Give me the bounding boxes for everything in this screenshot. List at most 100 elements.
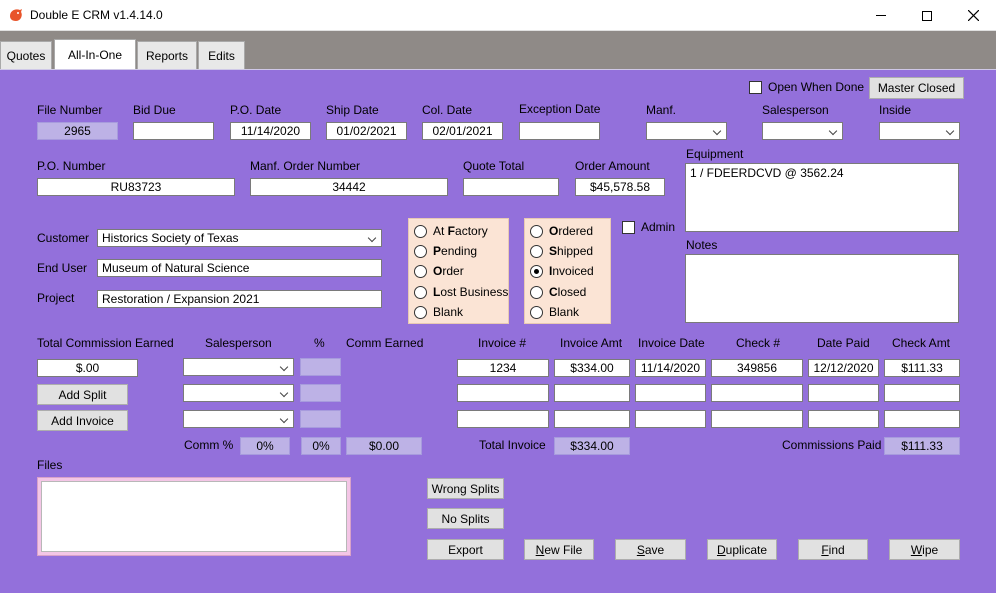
- tab-reports[interactable]: Reports: [137, 41, 197, 69]
- invoice-date-cell[interactable]: [635, 410, 706, 428]
- quote-total-field[interactable]: [463, 178, 559, 196]
- manf-label: Manf.: [646, 103, 677, 117]
- save-button[interactable]: Save: [615, 539, 686, 560]
- find-button[interactable]: Find: [798, 539, 868, 560]
- add-split-button[interactable]: Add Split: [37, 384, 128, 405]
- exception-date-field[interactable]: [519, 122, 600, 140]
- inside-dropdown[interactable]: [879, 122, 960, 140]
- admin-checkbox[interactable]: [622, 221, 635, 234]
- manf-dropdown[interactable]: [646, 122, 727, 140]
- radio-shipped[interactable]: Shipped: [530, 244, 593, 258]
- master-closed-button[interactable]: Master Closed: [869, 77, 964, 99]
- equipment-textarea[interactable]: 1 / FDEERDCVD @ 3562.24: [685, 163, 959, 232]
- wrong-splits-button[interactable]: Wrong Splits: [427, 478, 504, 499]
- open-when-done-checkbox[interactable]: [749, 81, 762, 94]
- close-icon: [967, 10, 979, 21]
- radio-at-factory[interactable]: At Factory: [414, 224, 488, 238]
- customer-dropdown[interactable]: Historics Society of Texas: [97, 229, 382, 247]
- duplicate-button[interactable]: Duplicate: [707, 539, 777, 560]
- quote-total-label: Quote Total: [463, 159, 525, 173]
- button-label: Duplicate: [716, 542, 768, 557]
- tab-edits[interactable]: Edits: [198, 41, 245, 69]
- radio-pending[interactable]: Pending: [414, 244, 477, 258]
- invoice-number-cell[interactable]: [457, 384, 549, 402]
- salesperson-dropdown[interactable]: [762, 122, 843, 140]
- commissions-paid-label: Commissions Paid: [782, 438, 882, 452]
- invoice-amt-header: Invoice Amt: [560, 336, 623, 350]
- ship-date-label: Ship Date: [326, 103, 379, 117]
- radio-invoiced[interactable]: Invoiced: [530, 264, 594, 278]
- check-number-cell[interactable]: [711, 384, 803, 402]
- po-date-field[interactable]: 11/14/2020: [230, 122, 311, 140]
- date-paid-cell[interactable]: [808, 384, 879, 402]
- split-pct-field-3: [300, 410, 341, 428]
- radio-ordered[interactable]: Ordered: [530, 224, 593, 238]
- date-paid-cell[interactable]: 12/12/2020: [808, 359, 879, 377]
- new-file-button[interactable]: New File: [524, 539, 594, 560]
- radio-order[interactable]: Order: [414, 264, 464, 278]
- invoice-date-cell[interactable]: 11/14/2020: [635, 359, 706, 377]
- window-title: Double E CRM v1.4.14.0: [30, 8, 163, 22]
- split-pct-field-1: [300, 358, 341, 376]
- split-salesperson-dropdown-3[interactable]: [183, 410, 294, 428]
- tab-quotes[interactable]: Quotes: [0, 41, 52, 69]
- check-number-cell[interactable]: [711, 410, 803, 428]
- invoice-date-cell[interactable]: [635, 384, 706, 402]
- notes-textarea[interactable]: [685, 254, 959, 323]
- po-number-field[interactable]: RU83723: [37, 178, 235, 196]
- project-field[interactable]: Restoration / Expansion 2021: [97, 290, 382, 308]
- radio-blank-2[interactable]: Blank: [530, 305, 579, 319]
- split-salesperson-label: Salesperson: [205, 336, 272, 350]
- file-number-label: File Number: [37, 103, 103, 117]
- files-list[interactable]: [41, 481, 347, 552]
- maximize-button[interactable]: [904, 0, 950, 31]
- check-amt-cell[interactable]: [884, 410, 960, 428]
- radio-label: At Factory: [433, 224, 488, 238]
- split-salesperson-dropdown-1[interactable]: [183, 358, 294, 376]
- notes-label: Notes: [686, 238, 718, 252]
- bid-due-field[interactable]: [133, 122, 214, 140]
- check-amt-cell[interactable]: $111.33: [884, 359, 960, 377]
- radio-circle-selected: [530, 264, 543, 278]
- button-label: Wipe: [910, 542, 939, 557]
- invoice-amt-cell[interactable]: [554, 384, 630, 402]
- radio-label: Invoiced: [549, 264, 594, 278]
- manf-order-number-field[interactable]: 34442: [250, 178, 448, 196]
- order-amount-field[interactable]: $45,578.58: [575, 178, 665, 196]
- salesperson-label: Salesperson: [762, 103, 829, 117]
- radio-circle: [530, 224, 543, 238]
- invoice-amt-cell[interactable]: [554, 410, 630, 428]
- col-date-field[interactable]: 02/01/2021: [422, 122, 503, 140]
- invoice-amt-cell[interactable]: $334.00: [554, 359, 630, 377]
- minimize-icon: [876, 15, 886, 16]
- no-splits-button[interactable]: No Splits: [427, 508, 504, 529]
- minimize-button[interactable]: [858, 0, 904, 31]
- radio-label: Closed: [549, 285, 587, 299]
- inside-label: Inside: [879, 103, 912, 117]
- add-invoice-button[interactable]: Add Invoice: [37, 410, 128, 431]
- wipe-button[interactable]: Wipe: [889, 539, 960, 560]
- check-amt-cell[interactable]: [884, 384, 960, 402]
- split-salesperson-dropdown-2[interactable]: [183, 384, 294, 402]
- invoice-number-cell[interactable]: 1234: [457, 359, 549, 377]
- close-button[interactable]: [950, 0, 996, 31]
- button-label: New File: [535, 542, 583, 557]
- check-number-cell[interactable]: 349856: [711, 359, 803, 377]
- radio-circle: [530, 244, 543, 258]
- invoice-number-cell[interactable]: [457, 410, 549, 428]
- ship-date-field[interactable]: 01/02/2021: [326, 122, 407, 140]
- date-paid-cell[interactable]: [808, 410, 879, 428]
- tab-all-in-one[interactable]: All-In-One: [54, 39, 136, 70]
- exception-date-label: Exception Date: [519, 102, 601, 116]
- files-dropzone[interactable]: [37, 477, 351, 556]
- radio-closed[interactable]: Closed: [530, 285, 586, 299]
- export-button[interactable]: Export: [427, 539, 504, 560]
- radio-label: Pending: [433, 244, 478, 258]
- radio-lost-business[interactable]: Lost Business: [414, 285, 508, 299]
- end-user-field[interactable]: Museum of Natural Science: [97, 259, 382, 277]
- total-commission-field[interactable]: $.00: [37, 359, 138, 377]
- radio-blank-1[interactable]: Blank: [414, 305, 463, 319]
- radio-label: Shipped: [549, 244, 594, 258]
- comm-pct-field-2: 0%: [301, 437, 341, 455]
- comm-pct-label: Comm %: [184, 438, 234, 452]
